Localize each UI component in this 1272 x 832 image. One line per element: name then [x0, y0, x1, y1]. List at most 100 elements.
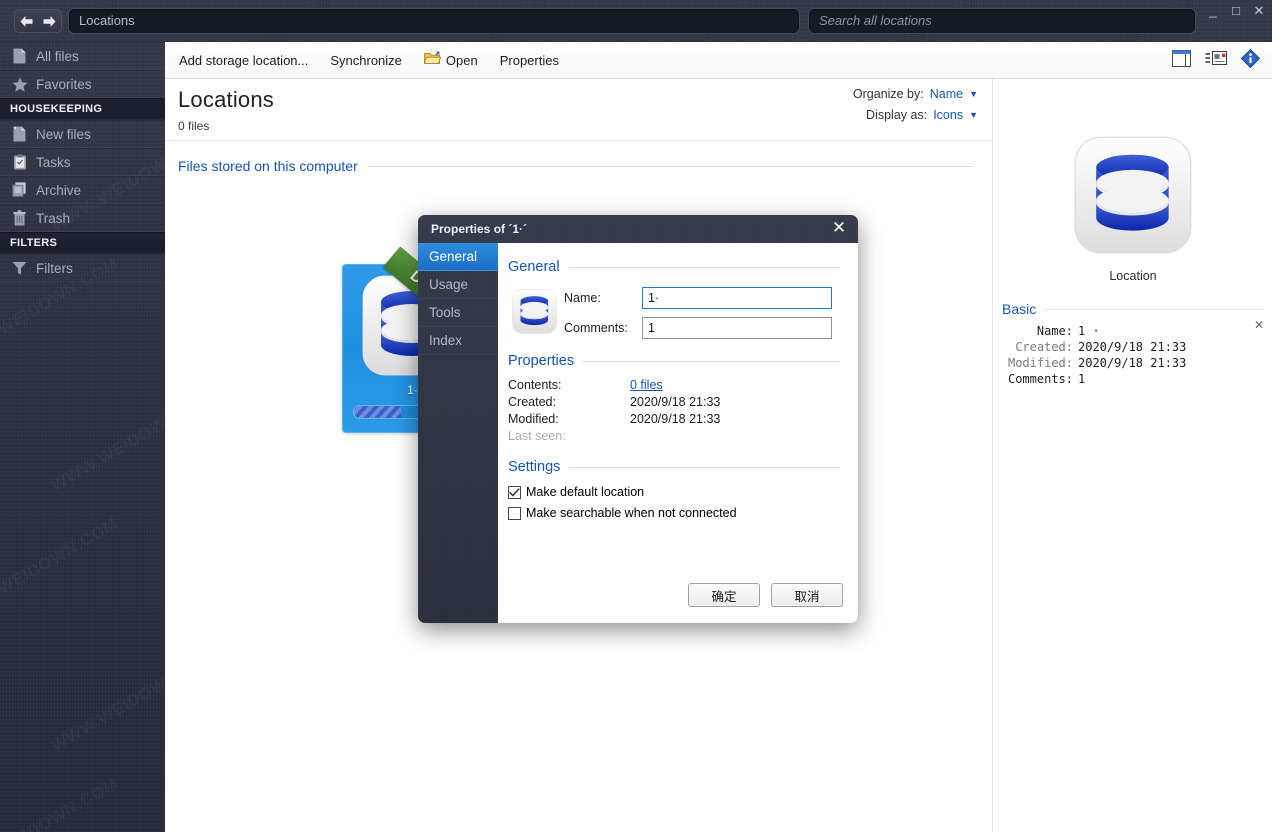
sidebar-item-label: Favorites	[36, 76, 92, 92]
dialog-tab-general[interactable]: General	[418, 243, 498, 271]
clipboard-icon	[10, 153, 29, 171]
divider	[568, 266, 840, 268]
minimize-button[interactable]: _	[1206, 2, 1220, 18]
chevron-down-icon[interactable]: ▼	[969, 110, 978, 120]
info-row-key: Name:	[1036, 324, 1073, 338]
dialog-properties-section-header: Properties	[508, 353, 840, 369]
dialog-setting-label: Make searchable when not connected	[526, 506, 737, 520]
dialog-properties-section-label: Properties	[508, 353, 575, 369]
dialog-property-row: Last seen:	[508, 429, 858, 443]
info-row-value: 2020/9/18 21:33	[1078, 340, 1187, 354]
database-location-icon	[1074, 136, 1192, 258]
navigation-buttons[interactable]	[14, 9, 62, 33]
divider	[583, 360, 840, 362]
divider	[569, 466, 840, 468]
chevron-down-icon[interactable]: ▼	[969, 89, 978, 99]
synchronize-button[interactable]: Synchronize	[319, 47, 413, 73]
ok-button[interactable]: 确定	[688, 583, 760, 607]
arrow-right-icon[interactable]	[42, 15, 57, 28]
organize-by-row[interactable]: Organize by: Name ▼	[853, 87, 978, 101]
name-input[interactable]	[642, 287, 832, 309]
toolbar-right-icons	[1172, 42, 1261, 79]
panel-layout-icon[interactable]	[1172, 49, 1191, 72]
sidebar-item-label: Archive	[36, 182, 82, 198]
sidebar-item-label: Tasks	[36, 154, 71, 170]
info-panel-row: Modified: 2020/9/18 21:33	[994, 356, 1272, 370]
dialog-setting-row[interactable]: Make default location	[508, 485, 858, 499]
search-input[interactable]: Search all locations	[808, 8, 1196, 34]
dialog-tab-list: General Usage Tools Index	[418, 243, 498, 623]
info-row-value: 2020/9/18 21:33	[1078, 356, 1187, 370]
add-storage-location-button[interactable]: Add storage location...	[168, 47, 319, 73]
info-row-key: Comments:	[1007, 372, 1073, 386]
info-panel-row: Comments: 1	[994, 372, 1272, 386]
organize-by-value[interactable]: Name	[930, 87, 963, 101]
info-panel-section-header: Basic	[1002, 301, 1264, 317]
info-panel-row: Created: 2020/9/18 21:33	[994, 340, 1272, 354]
open-button[interactable]: Open	[413, 47, 489, 73]
dialog-property-row: Contents: 0 files	[508, 378, 858, 392]
address-bar[interactable]: Locations	[68, 8, 800, 34]
dialog-tab-usage[interactable]: Usage	[418, 271, 498, 299]
dialog-settings-section-header: Settings	[508, 459, 840, 475]
info-panel-icon-wrap	[994, 79, 1272, 259]
checkbox-checked-icon[interactable]	[508, 485, 521, 499]
dialog-general-form: Name: Comments:	[508, 287, 858, 339]
close-icon[interactable]: ✕	[1254, 319, 1264, 331]
name-field-label: Name:	[564, 291, 601, 305]
name-field-row: Name:	[564, 287, 858, 309]
dialog-tab-tools[interactable]: Tools	[418, 299, 498, 327]
info-panel-rows: Name: 1 · Created: 2020/9/18 21:33 Modified:…	[994, 324, 1272, 386]
display-as-label: Display as:	[866, 108, 928, 122]
trash-icon	[10, 209, 29, 227]
sidebar-item-tasks[interactable]: Tasks	[0, 148, 165, 176]
dialog-close-button[interactable]: ✕	[822, 215, 856, 241]
sidebar-item-trash[interactable]: Trash	[0, 204, 165, 232]
dialog-property-row: Created: 2020/9/18 21:33	[508, 395, 858, 409]
info-panel-caption: Location	[1109, 269, 1157, 283]
info-icon[interactable]	[1240, 48, 1261, 73]
maximize-button[interactable]: □	[1229, 2, 1243, 18]
display-as-row[interactable]: Display as: Icons ▼	[853, 108, 978, 122]
progress-fill	[354, 406, 401, 418]
open-button-label: Open	[445, 52, 478, 68]
dialog-title: Properties of ´1·´	[431, 222, 528, 236]
arrow-left-icon[interactable]	[19, 15, 34, 28]
sidebar-section-label: HOUSEKEEPING	[10, 103, 103, 115]
sidebar-item-all-files[interactable]: All files	[0, 42, 165, 70]
group-header: Files stored on this computer	[178, 158, 973, 174]
dialog-tab-index[interactable]: Index	[418, 327, 498, 355]
display-as-value[interactable]: Icons	[933, 108, 963, 122]
sidebar-section-filters: FILTERS	[0, 232, 165, 254]
dialog-property-value: 2020/9/18 21:33	[630, 395, 721, 409]
dialog-general-section-header: General	[508, 259, 840, 275]
sidebar-section-housekeeping: HOUSEKEEPING	[0, 98, 165, 120]
dialog-property-value: 2020/9/18 21:33	[630, 412, 721, 426]
info-row-key: Created:	[1015, 340, 1073, 354]
info-panel-section-label: Basic	[1002, 301, 1037, 317]
star-icon	[10, 75, 29, 93]
comments-input[interactable]	[642, 317, 832, 339]
details-view-icon[interactable]	[1205, 50, 1227, 71]
sidebar-item-archive[interactable]: Archive	[0, 176, 165, 204]
sidebar-item-favorites[interactable]: Favorites	[0, 70, 165, 98]
cancel-button[interactable]: 取消	[771, 583, 843, 607]
organize-by-label: Organize by:	[852, 87, 924, 101]
dialog-buttons: 确定 取消	[688, 583, 843, 607]
page-header: Locations 0 files Organize by: Name ▼ Di…	[165, 79, 992, 141]
dialog-property-value[interactable]: 0 files	[630, 378, 663, 392]
properties-button[interactable]: Properties	[489, 47, 570, 73]
sidebar-item-new-files[interactable]: New files	[0, 120, 165, 148]
checkbox-unchecked-icon[interactable]	[508, 506, 521, 520]
contents-link[interactable]: 0 files	[630, 378, 663, 392]
close-button[interactable]: ✕	[1252, 2, 1266, 18]
sidebar-item-label: New files	[36, 126, 91, 142]
dialog-properties-rows: Contents: 0 files Created: 2020/9/18 21:33 M…	[508, 378, 858, 443]
sidebar-item-label: Trash	[36, 210, 71, 226]
dialog-setting-row[interactable]: Make searchable when not connected	[508, 506, 858, 520]
open-folder-icon	[423, 51, 442, 69]
dialog-body: General Name: 1· Comments: 1 Properties …	[498, 243, 858, 623]
sidebar-item-label: Filters	[36, 260, 73, 276]
window-controls: _ □ ✕	[1206, 2, 1266, 18]
sidebar-item-filters[interactable]: Filters	[0, 254, 165, 282]
